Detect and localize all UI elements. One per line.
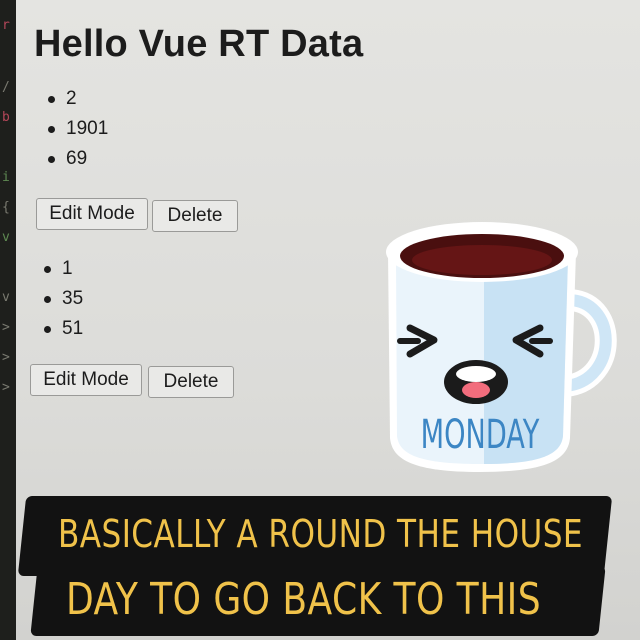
gutter-glyph: v xyxy=(2,230,10,245)
list-item: 2 xyxy=(38,84,108,114)
edit-mode-button[interactable]: Edit Mode xyxy=(30,364,142,396)
caption-line-2: DAY TO GO BACK TO THIS xyxy=(66,574,542,625)
gutter-glyph: { xyxy=(2,200,10,215)
caption-line-1: BASICALLY A ROUND THE HOUSE xyxy=(58,512,584,556)
page-title: Hello Vue RT Data xyxy=(34,23,364,66)
data-list: 2 1901 69 xyxy=(38,84,108,174)
list-item: 1 xyxy=(34,254,83,284)
edit-mode-button[interactable]: Edit Mode xyxy=(36,198,148,230)
gutter-glyph: r xyxy=(2,18,10,33)
gutter-glyph: i xyxy=(2,170,10,185)
gutter-glyph: / xyxy=(2,80,10,95)
gutter-glyph: > xyxy=(2,320,10,335)
coffee-mug-icon: MONDAY xyxy=(386,222,617,472)
list-item: 35 xyxy=(34,284,83,314)
delete-button[interactable]: Delete xyxy=(152,200,238,232)
list-item: 1901 xyxy=(38,114,108,144)
list-item: 51 xyxy=(34,314,83,344)
delete-button[interactable]: Delete xyxy=(148,366,234,398)
gutter-glyph: > xyxy=(2,350,10,365)
list-item: 69 xyxy=(38,144,108,174)
gutter-glyph: b xyxy=(2,110,10,125)
gutter-glyph: > xyxy=(2,380,10,395)
gutter-glyph: v xyxy=(2,290,10,305)
code-editor-gutter: r / b i { v v > > > xyxy=(0,0,16,640)
data-list: 1 35 51 xyxy=(34,254,83,344)
sticker-label: MONDAY xyxy=(421,412,540,459)
